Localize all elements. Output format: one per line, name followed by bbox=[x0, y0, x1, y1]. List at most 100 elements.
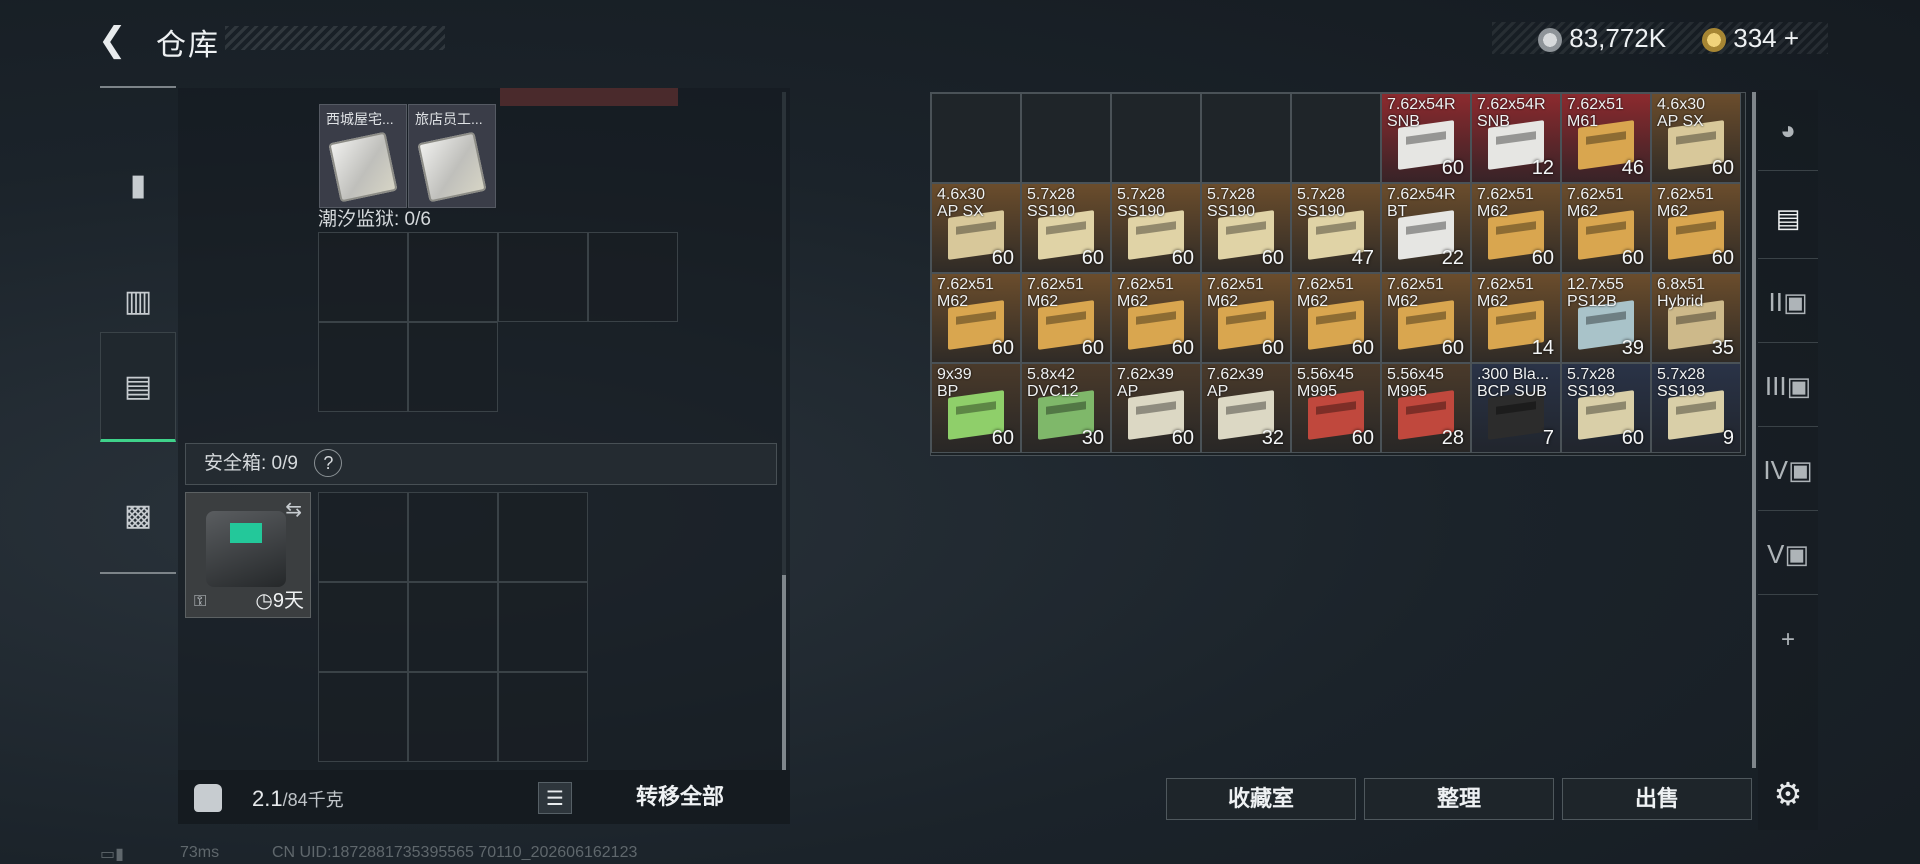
sort-button[interactable]: 整理 bbox=[1364, 778, 1554, 820]
ammo-item[interactable]: 5.56x45 M995 28 bbox=[1381, 363, 1471, 453]
ammo-item[interactable]: 7.62x51 M62 60 bbox=[1201, 273, 1291, 363]
rnav-stash-5[interactable]: V ▣ bbox=[1758, 514, 1818, 595]
ammo-item[interactable]: 5.7x28 SS190 60 bbox=[1021, 183, 1111, 273]
ammo-item[interactable]: 7.62x51 M62 14 bbox=[1471, 273, 1561, 363]
help-icon[interactable]: ? bbox=[314, 449, 343, 477]
safe-case-light bbox=[230, 523, 262, 543]
grid-slot[interactable] bbox=[408, 232, 498, 322]
keycard-icon bbox=[328, 131, 398, 203]
ammo-item[interactable]: 7.62x51 M62 60 bbox=[1561, 183, 1651, 273]
stash-scrollbar[interactable] bbox=[1752, 92, 1756, 768]
grid-slot[interactable] bbox=[498, 672, 588, 762]
currency-2[interactable]: 334 + bbox=[1702, 22, 1799, 54]
safe-timer: ◷9天 bbox=[255, 584, 304, 613]
ammo-item[interactable]: 7.62x39 AP 60 bbox=[1111, 363, 1201, 453]
add-currency-button[interactable]: + bbox=[1784, 23, 1799, 53]
ammo-item[interactable]: 7.62x51 M62 60 bbox=[931, 273, 1021, 363]
currency-2-value: 334 bbox=[1733, 23, 1777, 53]
empty-slot[interactable] bbox=[931, 93, 1021, 183]
grid-slot[interactable] bbox=[408, 322, 498, 412]
key-card-item[interactable]: 旅店员工... bbox=[408, 104, 496, 208]
grid-slot[interactable] bbox=[498, 232, 588, 322]
safe-box-item[interactable]: ⇆ ⚿ ◷9天 bbox=[185, 492, 311, 618]
rnav-helmet[interactable]: ◕ bbox=[1758, 90, 1818, 171]
ammo-item[interactable]: 7.62x51 M62 60 bbox=[1291, 273, 1381, 363]
ammo-item[interactable]: 7.62x51 M62 60 bbox=[1651, 183, 1741, 273]
grid-slot[interactable] bbox=[318, 492, 408, 582]
armor-icon: ▥ bbox=[123, 284, 153, 318]
ammo-quantity: 60 bbox=[1261, 337, 1284, 359]
ammo-item[interactable]: 7.62x51 M62 60 bbox=[1471, 183, 1561, 273]
ammo-item[interactable]: 7.62x51 M62 60 bbox=[1021, 273, 1111, 363]
stash-iii-label: III bbox=[1764, 370, 1787, 401]
grid-slot[interactable] bbox=[318, 582, 408, 672]
rnav-stash-1[interactable]: ▤ bbox=[1758, 178, 1818, 259]
left-scrollbar-thumb[interactable] bbox=[782, 575, 786, 770]
move-all-button[interactable]: 转移全部 bbox=[600, 770, 760, 824]
ammo-name: 7.62x51 M62 bbox=[1477, 186, 1534, 220]
swap-icon[interactable]: ⇆ bbox=[285, 497, 302, 522]
ammo-name: 7.62x51 M62 bbox=[1117, 276, 1174, 310]
key-card-item[interactable]: 西城屋宅... bbox=[319, 104, 407, 208]
helmet-icon: ◕ bbox=[1780, 114, 1796, 145]
rnav-stash-2[interactable]: II ▣ bbox=[1758, 262, 1818, 343]
ammo-item[interactable]: 12.7x55 PS12B 39 bbox=[1561, 273, 1651, 363]
ammo-quantity: 39 bbox=[1621, 337, 1644, 359]
clock-icon: ◷ bbox=[255, 590, 273, 612]
ammo-item[interactable]: 7.62x51 M62 60 bbox=[1381, 273, 1471, 363]
ammo-item[interactable]: 4.6x30 AP SX 60 bbox=[931, 183, 1021, 273]
ammo-item[interactable]: 5.7x28 SS190 60 bbox=[1111, 183, 1201, 273]
ammo-item[interactable]: 5.7x28 SS190 60 bbox=[1201, 183, 1291, 273]
ammo-item[interactable]: 7.62x54R SNB 60 bbox=[1381, 93, 1471, 183]
grid-slot[interactable] bbox=[318, 672, 408, 762]
ammo-item[interactable]: 7.62x54R SNB 12 bbox=[1471, 93, 1561, 183]
back-icon[interactable]: ❮ bbox=[98, 22, 134, 58]
ammo-item[interactable]: 9x39 BP 60 bbox=[931, 363, 1021, 453]
empty-slot[interactable] bbox=[1021, 93, 1111, 183]
grid-slot[interactable] bbox=[498, 582, 588, 672]
ammo-name: 5.7x28 SS193 bbox=[1567, 366, 1616, 400]
rnav-stash-4[interactable]: IV ▣ bbox=[1758, 430, 1818, 511]
add-stash-button[interactable]: + bbox=[1758, 600, 1818, 680]
ammo-quantity: 60 bbox=[991, 427, 1014, 449]
item-label: 旅店员工... bbox=[415, 111, 483, 127]
ammo-item[interactable]: 7.62x51 M62 60 bbox=[1111, 273, 1201, 363]
rnav-stash-3[interactable]: III ▣ bbox=[1758, 346, 1818, 427]
empty-slot[interactable] bbox=[1291, 93, 1381, 183]
grid-slot[interactable] bbox=[318, 232, 408, 322]
ammo-name: 7.62x39 AP bbox=[1207, 366, 1264, 400]
ammo-item[interactable]: 7.62x54R BT 22 bbox=[1381, 183, 1471, 273]
ammo-item[interactable]: 4.6x30 AP SX 60 bbox=[1651, 93, 1741, 183]
ammo-name: 5.7x28 SS190 bbox=[1117, 186, 1166, 220]
ammo-quantity: 9 bbox=[1722, 427, 1734, 449]
ammo-item[interactable]: 5.56x45 M995 60 bbox=[1291, 363, 1381, 453]
ammo-item[interactable]: 7.62x51 M61 46 bbox=[1561, 93, 1651, 183]
ammo-item[interactable]: 5.7x28 SS190 47 bbox=[1291, 183, 1381, 273]
grid-slot[interactable] bbox=[498, 492, 588, 582]
nav-backpack[interactable]: ▤ bbox=[100, 332, 176, 442]
sell-button[interactable]: 出售 bbox=[1562, 778, 1752, 820]
grid-slot[interactable] bbox=[408, 492, 498, 582]
ammo-name: 5.8x42 DVC12 bbox=[1027, 366, 1079, 400]
ammo-item[interactable]: 5.7x28 SS193 9 bbox=[1651, 363, 1741, 453]
collection-button[interactable]: 收藏室 bbox=[1166, 778, 1356, 820]
nav-toolbox[interactable]: ▩ bbox=[100, 460, 176, 570]
ammo-item[interactable]: 5.8x42 DVC12 30 bbox=[1021, 363, 1111, 453]
ammo-item[interactable]: 7.62x39 AP 32 bbox=[1201, 363, 1291, 453]
grid-slot[interactable] bbox=[408, 582, 498, 672]
ammo-item[interactable]: .300 Bla... BCP SUB 7 bbox=[1471, 363, 1561, 453]
empty-slot[interactable] bbox=[1201, 93, 1291, 183]
ammo-name: 7.62x51 M62 bbox=[1387, 276, 1444, 310]
nav-weapons[interactable]: ▮ bbox=[100, 130, 176, 240]
list-view-button[interactable]: ☰ bbox=[538, 782, 572, 814]
ammo-quantity: 30 bbox=[1081, 427, 1104, 449]
ammo-name: 7.62x51 M62 bbox=[1567, 186, 1624, 220]
grid-slot[interactable] bbox=[408, 672, 498, 762]
weight-value: 2.1 bbox=[252, 786, 283, 811]
grid-slot[interactable] bbox=[588, 232, 678, 322]
empty-slot[interactable] bbox=[1111, 93, 1201, 183]
ammo-item[interactable]: 5.7x28 SS193 60 bbox=[1561, 363, 1651, 453]
grid-slot[interactable] bbox=[318, 322, 408, 412]
settings-button[interactable]: ⚙ bbox=[1758, 754, 1818, 834]
ammo-item[interactable]: 6.8x51 Hybrid 35 bbox=[1651, 273, 1741, 363]
